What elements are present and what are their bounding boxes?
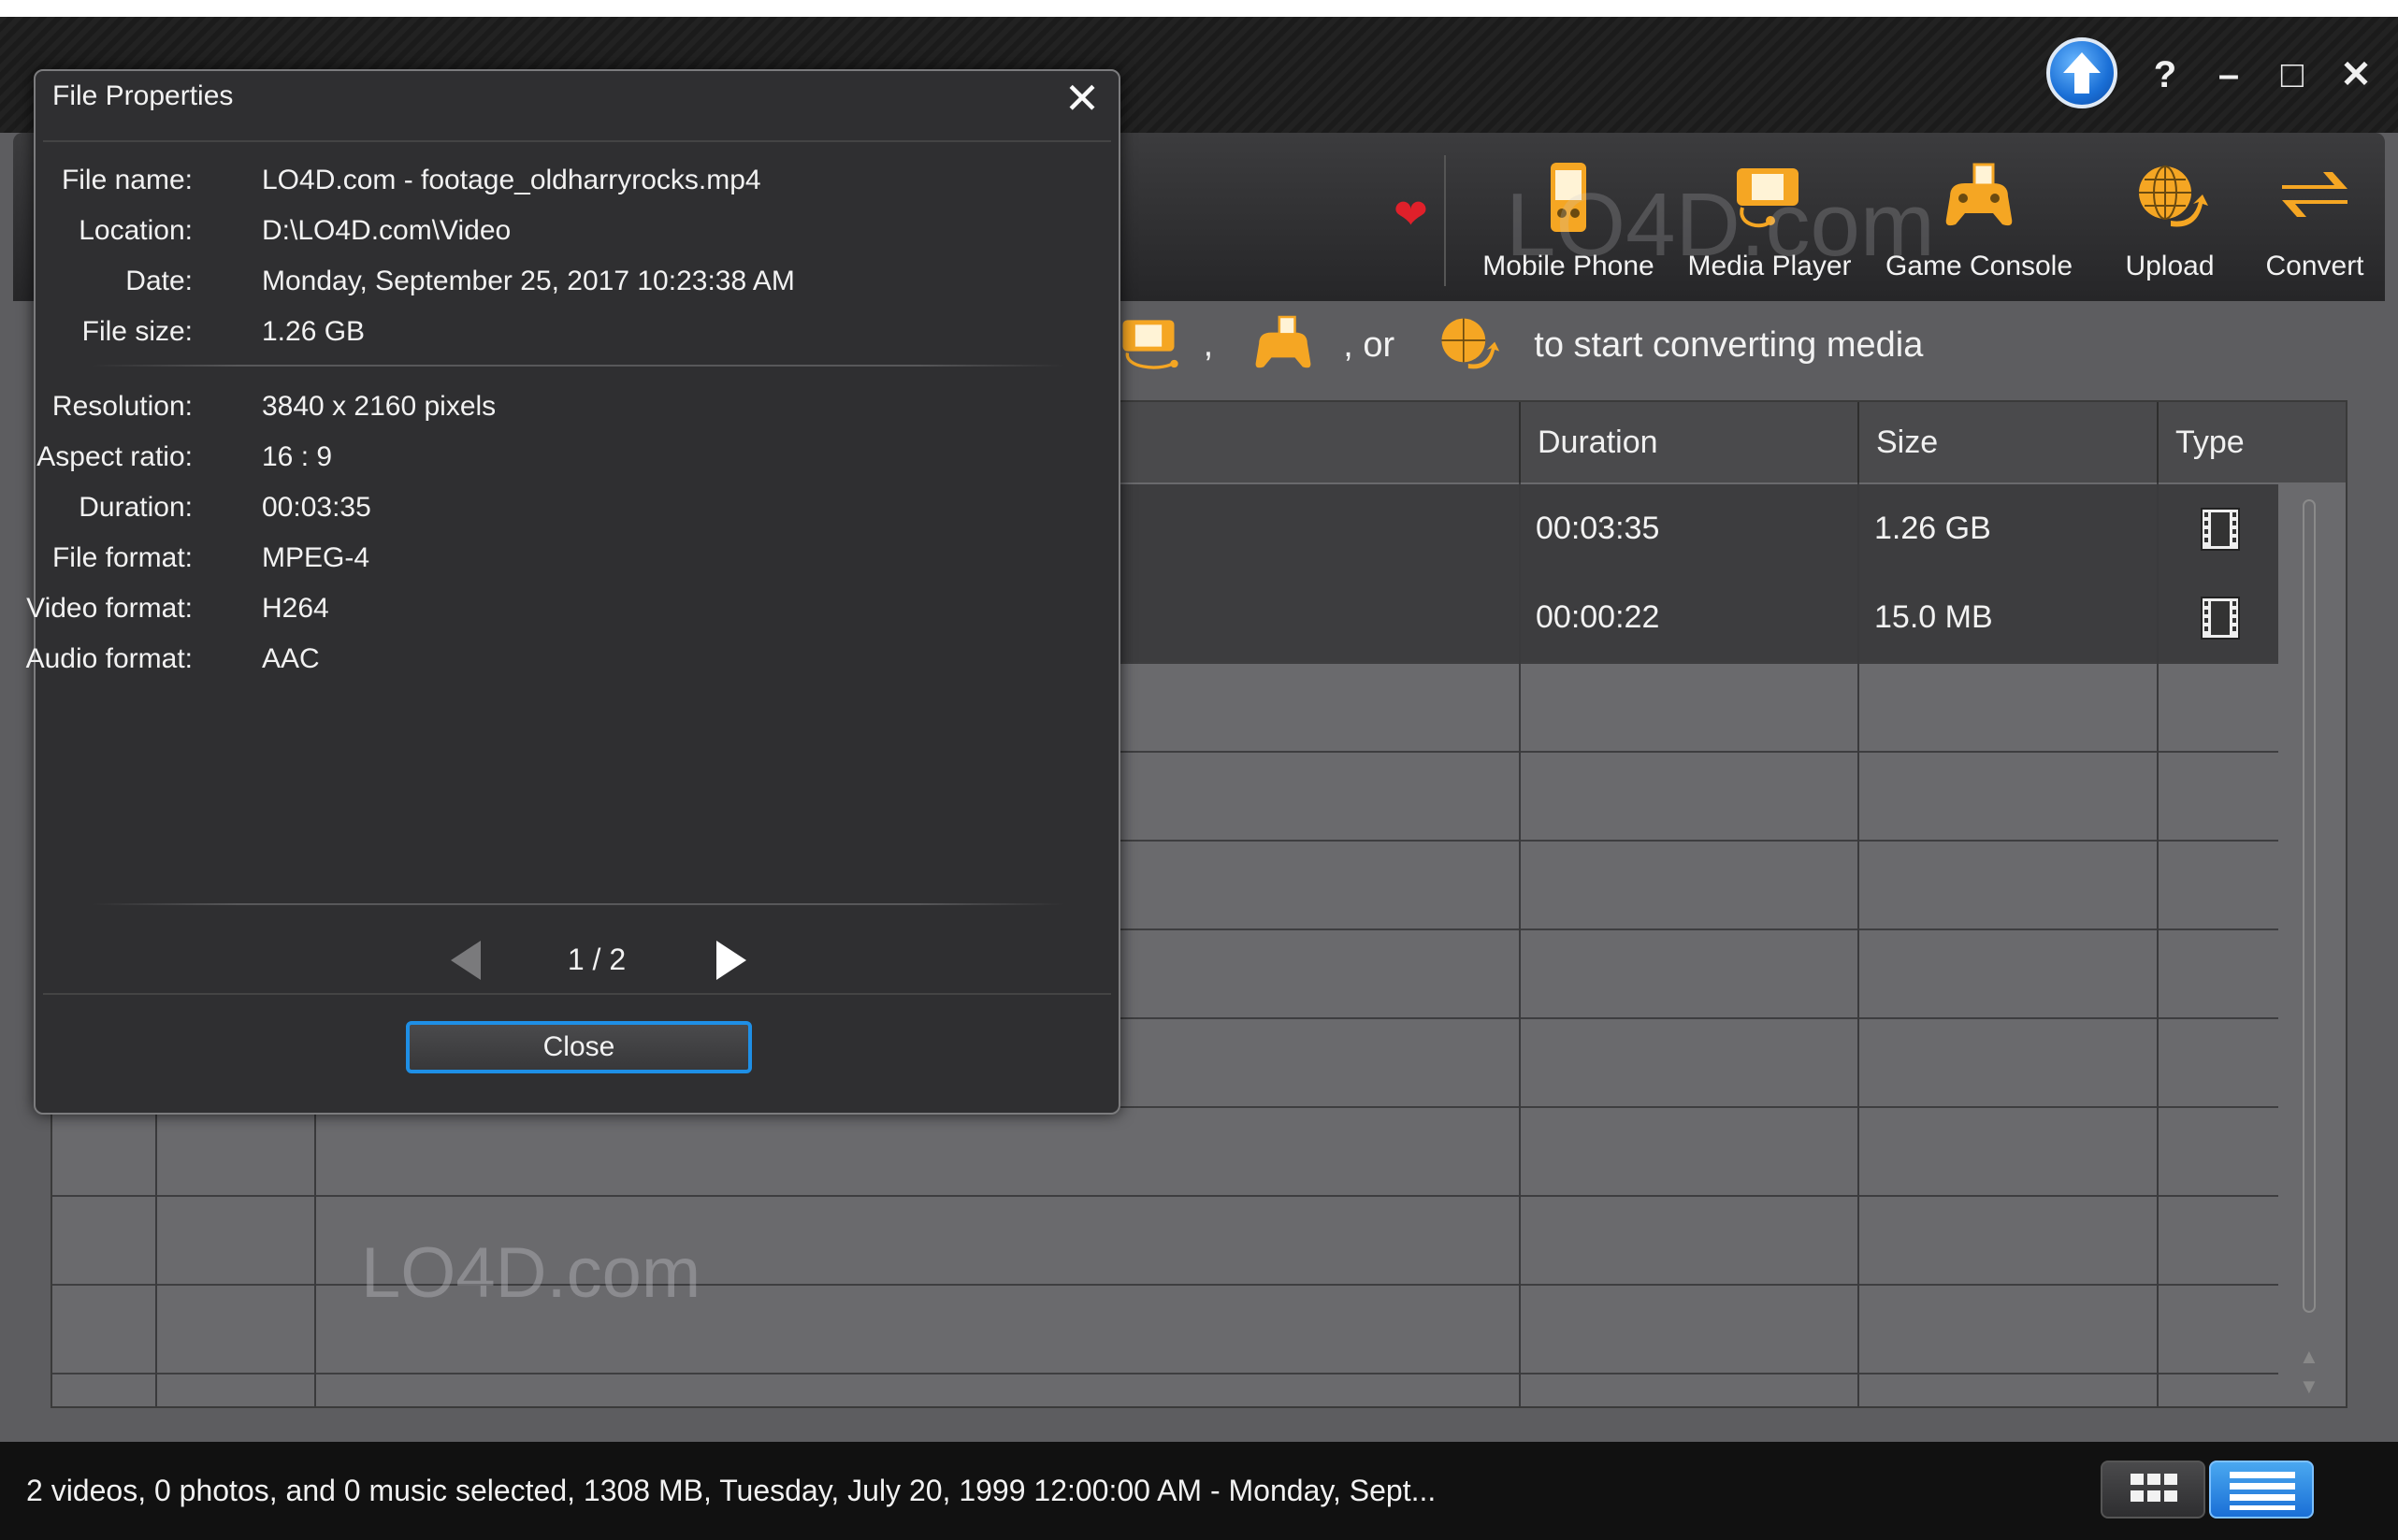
close-icon[interactable]: ✕ [1059, 75, 1105, 122]
watermark: LO4D.com [1506, 175, 1935, 275]
grid-line [1857, 482, 1859, 1406]
property-audio-format: Audio format: AAC [26, 636, 1064, 683]
property-resolution: Resolution: 3840 x 2160 pixels [36, 383, 1064, 430]
property-label: Location: [79, 215, 193, 246]
property-label: File name: [61, 165, 193, 195]
list-view-icon [2230, 1472, 2295, 1510]
property-date: Date: Monday, September 25, 2017 10:23:3… [36, 258, 1064, 305]
close-window-button[interactable]: ✕ [2333, 56, 2379, 94]
property-label: File format: [51, 542, 193, 573]
maximize-button[interactable]: □ [2269, 56, 2316, 94]
hint-or: , or [1343, 324, 1395, 365]
convert-label: Convert [2265, 251, 2364, 281]
toolbar-divider [1444, 155, 1446, 286]
page-indicator: 1 / 2 [567, 943, 627, 976]
property-label: Audio format: [25, 643, 193, 674]
column-type[interactable]: Type [2157, 402, 2344, 482]
property-video-format: Video format: H264 [26, 585, 1064, 632]
status-text: 2 videos, 0 photos, and 0 music selected… [26, 1474, 1437, 1507]
property-value: 3840 x 2160 pixels [262, 391, 497, 422]
property-file-format: File format: MPEG-4 [36, 535, 1064, 582]
property-label: File size: [81, 316, 193, 347]
film-strip-icon [2201, 508, 2240, 551]
upload-label: Upload [2125, 251, 2215, 281]
scroll-up-icon[interactable]: ▲ [2299, 1345, 2319, 1369]
game-console-icon [1945, 163, 2013, 226]
grid-line [2157, 482, 2159, 1406]
size-cell: 15.0 MB [1874, 599, 1993, 635]
property-value: AAC [262, 643, 320, 674]
property-value: 00:03:35 [262, 492, 371, 523]
watermark: LO4D.com [361, 1233, 701, 1313]
property-aspect-ratio: Aspect ratio: 16 : 9 [36, 434, 1064, 481]
game-console-icon [1255, 315, 1311, 368]
property-location: Location: D:\LO4D.com\Video [36, 208, 1064, 254]
pager: 1 / 2 [410, 931, 784, 987]
property-value: 1.26 GB [262, 316, 366, 347]
convert-button[interactable]: Convert [2245, 159, 2385, 299]
grid-line [1519, 482, 1521, 1406]
status-bar: 2 videos, 0 photos, and 0 music selected… [0, 1442, 2398, 1540]
duration-cell: 00:00:22 [1536, 599, 1660, 635]
film-strip-icon [2201, 597, 2240, 640]
app-window: ? – □ ✕ ❤ Mobile Phone Media Player Game… [0, 17, 2398, 1540]
minimize-button[interactable]: – [2205, 56, 2252, 94]
property-value: H264 [262, 593, 329, 624]
size-cell: 1.26 GB [1874, 511, 1991, 546]
property-value: 16 : 9 [262, 441, 333, 472]
update-icon[interactable] [2046, 37, 2117, 108]
dialog-title: File Properties [52, 80, 234, 111]
column-size[interactable]: Size [1857, 402, 2157, 482]
list-view-button[interactable] [2209, 1461, 2314, 1518]
property-label: Resolution: [51, 391, 193, 422]
grid-view-icon [2131, 1474, 2177, 1502]
grid-view-button[interactable] [2101, 1461, 2205, 1518]
property-label: Video format: [26, 593, 193, 624]
property-value: LO4D.com - footage_oldharryrocks.mp4 [262, 165, 761, 195]
scroll-down-icon[interactable]: ▼ [2299, 1374, 2319, 1399]
close-button[interactable]: Close [406, 1021, 752, 1073]
divider [92, 365, 1064, 367]
hint-line: , , or to start converting media [1113, 312, 1923, 387]
property-value: D:\LO4D.com\Video [262, 215, 512, 246]
upload-button[interactable]: Upload [2095, 159, 2245, 299]
property-value: Monday, September 25, 2017 10:23:38 AM [262, 266, 795, 296]
property-file-name: File name: LO4D.com - footage_oldharryro… [36, 157, 1064, 204]
property-label: Duration: [79, 492, 193, 523]
divider [43, 993, 1111, 995]
scroll-thumb[interactable] [2303, 499, 2316, 1313]
file-properties-dialog: File Properties ✕ File name: LO4D.com - … [26, 69, 1120, 1115]
upload-globe-icon [1441, 318, 1499, 369]
property-label: Aspect ratio: [36, 441, 193, 472]
hint-text: to start converting media [1534, 324, 1924, 365]
next-page-icon[interactable] [713, 939, 750, 982]
property-label: Date: [125, 266, 193, 296]
divider [43, 140, 1111, 142]
help-button[interactable]: ? [2142, 56, 2189, 94]
previous-page-icon[interactable] [447, 939, 484, 982]
property-value: MPEG-4 [262, 542, 370, 573]
duration-cell: 00:03:35 [1536, 511, 1660, 546]
hint-comma: , [1203, 324, 1214, 365]
scrollbar[interactable]: ▲ ▼ [2295, 499, 2323, 1434]
empty-row [52, 1106, 2278, 1197]
heart-icon[interactable]: ❤ [1394, 191, 1428, 238]
property-duration: Duration: 00:03:35 [36, 484, 1064, 531]
upload-globe-icon [2139, 166, 2208, 227]
property-file-size: File size: 1.26 GB [36, 309, 1064, 355]
media-player-icon [1122, 320, 1178, 369]
divider [92, 903, 1064, 905]
column-duration[interactable]: Duration [1519, 402, 1857, 482]
convert-arrows-icon [2282, 172, 2347, 217]
